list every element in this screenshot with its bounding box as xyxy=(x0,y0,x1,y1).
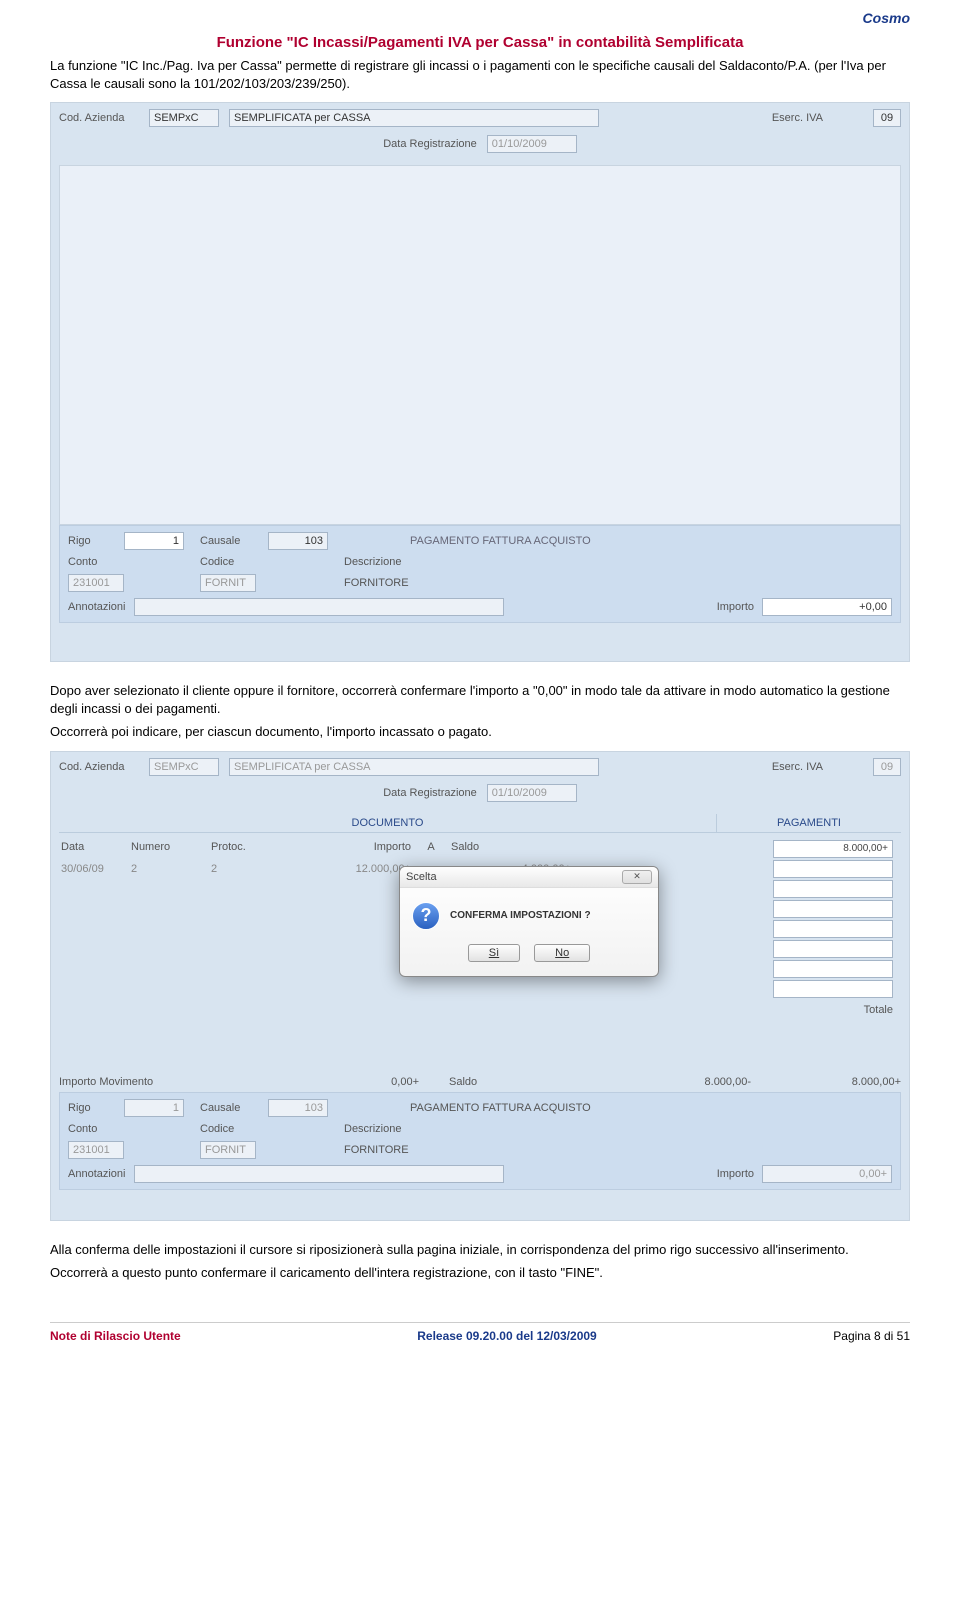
desc-value-2: FORNITORE xyxy=(344,1144,892,1156)
col-numero: Numero xyxy=(131,841,211,853)
col-protoc: Protoc. xyxy=(211,841,291,853)
cod-azienda-label: Cod. Azienda xyxy=(59,112,139,124)
data-reg-label: Data Registrazione xyxy=(383,138,477,150)
question-icon: ? xyxy=(412,902,440,930)
bottom-panel-2: Rigo 1 Causale 103 PAGAMENTO FATTURA ACQ… xyxy=(59,1092,901,1190)
page-title: Funzione "IC Incassi/Pagamenti IVA per C… xyxy=(50,34,910,51)
confirm-dialog: Scelta ✕ ? CONFERMA IMPOSTAZIONI ? Sì No xyxy=(399,866,659,977)
eserc-label-2: Eserc. IVA xyxy=(772,761,823,773)
para-3a: Alla conferma delle impostazioni il curs… xyxy=(50,1241,910,1259)
page-footer: Note di Rilascio Utente Release 09.20.00… xyxy=(50,1322,910,1343)
no-button[interactable]: No xyxy=(534,944,590,962)
hdr-documento: DOCUMENTO xyxy=(59,814,716,832)
para-3b: Occorrerà a questo punto confermare il c… xyxy=(50,1264,910,1282)
para-2a: Dopo aver selezionato il cliente oppure … xyxy=(50,682,910,717)
pag-importo-5[interactable] xyxy=(773,920,893,938)
saldo-value: 8.000,00- xyxy=(479,1076,781,1088)
data-reg-field-2[interactable]: 01/10/2009 xyxy=(487,784,577,802)
codice-label: Codice xyxy=(200,556,262,568)
pag-importo-7[interactable] xyxy=(773,960,893,978)
data-reg-label-2: Data Registrazione xyxy=(383,787,477,799)
eserc-field-2[interactable]: 09 xyxy=(873,758,901,776)
imp-mov-value: 0,00+ xyxy=(189,1076,419,1088)
close-icon[interactable]: ✕ xyxy=(622,870,652,884)
causale-field-2[interactable]: 103 xyxy=(268,1099,328,1117)
codice-field[interactable]: FORNIT xyxy=(200,574,256,592)
desc-label-2: Descrizione xyxy=(344,1123,404,1135)
causale-label-2: Causale xyxy=(200,1102,262,1114)
cod-azienda-field[interactable]: SEMPxC xyxy=(149,109,219,127)
hdr-pagamenti: PAGAMENTI xyxy=(716,814,901,832)
causale-desc: PAGAMENTO FATTURA ACQUISTO xyxy=(410,535,892,547)
cod-azienda-label-2: Cod. Azienda xyxy=(59,761,139,773)
totale-value: 8.000,00+ xyxy=(781,1076,901,1088)
codice-field-2[interactable]: FORNIT xyxy=(200,1141,256,1159)
rigo-label: Rigo xyxy=(68,535,118,547)
col-data: Data xyxy=(61,841,131,853)
annot-label-2: Annotazioni xyxy=(68,1168,126,1180)
rigo-label-2: Rigo xyxy=(68,1102,118,1114)
annot-field-2[interactable] xyxy=(134,1165,504,1183)
para-2b: Occorrerà poi indicare, per ciascun docu… xyxy=(50,723,910,741)
main-area xyxy=(59,165,901,525)
dialog-message: CONFERMA IMPOSTAZIONI ? xyxy=(450,910,591,921)
rag-soc-field-2: SEMPLIFICATA per CASSA xyxy=(229,758,599,776)
row-data: 30/06/09 xyxy=(61,863,131,875)
importo-label: Importo xyxy=(717,601,754,613)
eserc-field[interactable]: 09 xyxy=(873,109,901,127)
rigo-field-2[interactable]: 1 xyxy=(124,1099,184,1117)
importo-field[interactable]: +0,00 xyxy=(762,598,892,616)
footer-center: Release 09.20.00 del 12/03/2009 xyxy=(417,1329,596,1343)
pag-importo-3[interactable] xyxy=(773,880,893,898)
rag-soc-field: SEMPLIFICATA per CASSA xyxy=(229,109,599,127)
rigo-field[interactable]: 1 xyxy=(124,532,184,550)
data-reg-field[interactable]: 01/10/2009 xyxy=(487,135,577,153)
desc-label: Descrizione xyxy=(344,556,404,568)
col-saldo: Saldo xyxy=(451,841,571,853)
row-importo: 12.000,00+ xyxy=(291,863,411,875)
pag-importo-2[interactable] xyxy=(773,860,893,878)
screenshot-2: Cod. Azienda SEMPxC SEMPLIFICATA per CAS… xyxy=(50,751,910,1221)
importo-field-2[interactable]: 0,00+ xyxy=(762,1165,892,1183)
causale-desc-2: PAGAMENTO FATTURA ACQUISTO xyxy=(410,1102,892,1114)
conto-label-2: Conto xyxy=(68,1123,118,1135)
causale-field[interactable]: 103 xyxy=(268,532,328,550)
bottom-panel: Rigo 1 Causale 103 PAGAMENTO FATTURA ACQ… xyxy=(59,525,901,623)
pagamenti-column: 8.000,00+ Totale xyxy=(773,840,893,1018)
intro-paragraph: La funzione "IC Inc./Pag. Iva per Cassa"… xyxy=(50,57,910,92)
desc-value: FORNITORE xyxy=(344,577,892,589)
screenshot-1: Cod. Azienda SEMPxC SEMPLIFICATA per CAS… xyxy=(50,102,910,662)
importo-label-2: Importo xyxy=(717,1168,754,1180)
pag-importo-1[interactable]: 8.000,00+ xyxy=(773,840,893,858)
pag-importo-4[interactable] xyxy=(773,900,893,918)
footer-left: Note di Rilascio Utente xyxy=(50,1329,181,1343)
conto-field-2[interactable]: 231001 xyxy=(68,1141,124,1159)
row-numero: 2 xyxy=(131,863,211,875)
totale-label: Totale xyxy=(773,1004,893,1016)
dialog-title: Scelta xyxy=(406,871,437,883)
imp-mov-label: Importo Movimento xyxy=(59,1076,189,1088)
eserc-label: Eserc. IVA xyxy=(772,112,823,124)
annot-label: Annotazioni xyxy=(68,601,126,613)
col-importo: Importo xyxy=(291,841,411,853)
causale-label: Causale xyxy=(200,535,262,547)
doc-area: DOCUMENTO PAGAMENTI Data Numero Protoc. … xyxy=(59,814,901,1064)
annot-field[interactable] xyxy=(134,598,504,616)
saldo-label: Saldo xyxy=(419,1076,479,1088)
pag-importo-6[interactable] xyxy=(773,940,893,958)
brand: Cosmo xyxy=(50,10,910,26)
conto-label: Conto xyxy=(68,556,118,568)
yes-button[interactable]: Sì xyxy=(468,944,520,962)
col-a: A xyxy=(411,841,451,853)
row-protoc: 2 xyxy=(211,863,291,875)
pag-importo-8[interactable] xyxy=(773,980,893,998)
codice-label-2: Codice xyxy=(200,1123,262,1135)
footer-right: Pagina 8 di 51 xyxy=(833,1329,910,1343)
conto-field[interactable]: 231001 xyxy=(68,574,124,592)
cod-azienda-field-2[interactable]: SEMPxC xyxy=(149,758,219,776)
